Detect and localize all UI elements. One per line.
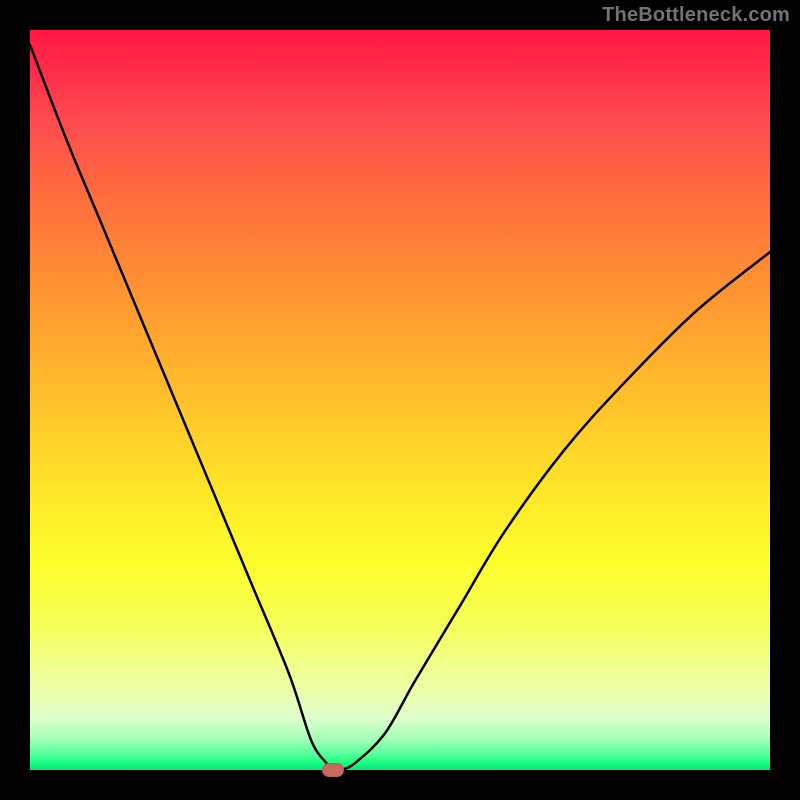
- watermark-text: TheBottleneck.com: [602, 4, 790, 27]
- plot-area: [30, 30, 770, 770]
- chart-frame: TheBottleneck.com: [0, 0, 800, 800]
- bottleneck-curve-svg: [30, 30, 770, 770]
- selected-point-marker: [322, 763, 344, 777]
- bottleneck-curve: [30, 45, 770, 770]
